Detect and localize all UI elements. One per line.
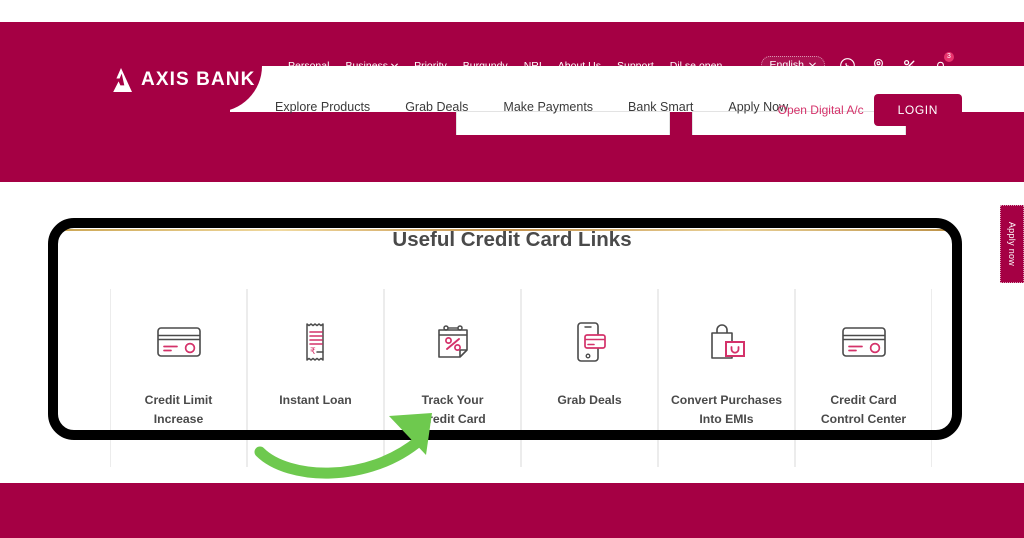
footer-maroon-band xyxy=(0,483,1024,538)
topnav-label: Dil se open xyxy=(669,60,723,72)
topnav-label: NRI xyxy=(523,60,542,72)
topnav-label: Personal xyxy=(288,60,330,72)
mainnav-item-explore-products[interactable]: Explore Products xyxy=(275,100,370,114)
topnav-item-burgundy[interactable]: Burgundy xyxy=(463,60,508,72)
topnav-label: Support xyxy=(616,60,654,72)
topnav-item-nri[interactable]: NRI xyxy=(524,60,542,72)
topnav-label: Business xyxy=(345,60,389,72)
notification-bell-icon[interactable]: 3 xyxy=(932,51,954,74)
tile-convert-purchases-into-emis[interactable]: Convert Purchases Into EMIs xyxy=(658,289,795,467)
topnav-item-support[interactable]: Support xyxy=(617,60,654,72)
axis-bank-logo-icon xyxy=(108,67,134,93)
annotation-arrow-icon xyxy=(248,404,468,482)
apply-now-side-tab[interactable]: Apply now xyxy=(1000,205,1024,283)
header-cta-group: Open Digital A/c LOGIN xyxy=(778,94,962,126)
notification-badge-count: 3 xyxy=(944,51,954,62)
receipt-rupee-icon: ₹ xyxy=(298,315,334,369)
topnav-label: About Us xyxy=(557,60,601,72)
tile-label: Credit Limit Increase xyxy=(137,391,221,429)
location-pin-icon[interactable] xyxy=(870,57,887,74)
tile-label-line1: Convert Purchases xyxy=(670,393,783,407)
tile-label-line2: Control Center xyxy=(820,411,907,426)
chevron-down-icon xyxy=(391,60,398,72)
chevron-down-icon xyxy=(809,59,816,71)
mobile-card-icon xyxy=(571,315,609,369)
page-title: Useful Credit Card Links xyxy=(392,228,632,251)
language-selector[interactable]: English xyxy=(760,56,825,74)
credit-card-icon xyxy=(841,315,887,369)
login-button[interactable]: LOGIN xyxy=(873,94,962,126)
mainnav-item-make-payments[interactable]: Make Payments xyxy=(503,100,593,114)
shopping-bag-icon xyxy=(704,315,750,369)
site-header: AXIS BANK Personal Business Priority Bur… xyxy=(0,22,1024,126)
brand-name: AXIS BANK xyxy=(141,69,256,90)
language-label: English xyxy=(769,59,804,71)
topnav-item-dil-se-open[interactable]: Dil se open xyxy=(670,60,723,72)
tile-label-line1: Credit Card xyxy=(830,393,897,407)
topnav-item-priority[interactable]: Priority xyxy=(414,60,447,72)
topnav-label: Burgundy xyxy=(462,60,508,72)
mainnav-item-grab-deals[interactable]: Grab Deals xyxy=(405,100,468,114)
svg-text:₹: ₹ xyxy=(310,346,316,356)
tile-label-line1: Grab Deals xyxy=(557,393,622,407)
tile-label-line2: Increase xyxy=(153,411,204,426)
tile-credit-limit-increase[interactable]: Credit Limit Increase xyxy=(110,289,247,467)
tile-label: Grab Deals xyxy=(549,391,629,410)
main-nav: Explore Products Grab Deals Make Payment… xyxy=(275,100,788,114)
percent-offers-icon[interactable] xyxy=(901,57,918,74)
useful-links-tile-row: Credit Limit Increase ₹ Instant Loan Tra… xyxy=(110,289,932,467)
tile-credit-card-control-center[interactable]: Credit Card Control Center xyxy=(795,289,932,467)
header-utility-icons: English 3 xyxy=(760,51,954,74)
axis-bank-logo[interactable]: AXIS BANK xyxy=(108,67,255,93)
topnav-item-about-us[interactable]: About Us xyxy=(558,60,601,72)
tile-label: Credit Card Control Center xyxy=(813,391,914,429)
mainnav-item-bank-smart[interactable]: Bank Smart xyxy=(628,100,693,114)
topnav-label: Priority xyxy=(414,60,447,72)
top-white-sliver xyxy=(0,0,1024,22)
topnav-item-business[interactable]: Business xyxy=(345,60,398,72)
tile-label-line1: Credit Limit xyxy=(144,393,213,407)
tile-label: Convert Purchases Into EMIs xyxy=(663,391,790,429)
calendar-percent-icon xyxy=(433,315,473,369)
apply-now-side-tab-label: Apply now xyxy=(1007,221,1018,267)
tile-grab-deals[interactable]: Grab Deals xyxy=(521,289,658,467)
open-digital-account-link[interactable]: Open Digital A/c xyxy=(778,103,864,117)
top-utility-nav: Personal Business Priority Burgundy NRI … xyxy=(288,60,722,72)
credit-card-icon xyxy=(156,315,202,369)
page-root: AXIS BANK Personal Business Priority Bur… xyxy=(0,0,1024,538)
tile-label-line2: Into EMIs xyxy=(699,411,754,426)
topnav-item-personal[interactable]: Personal xyxy=(288,60,329,72)
hero-card-partial-left[interactable] xyxy=(456,111,670,135)
whatsapp-icon[interactable] xyxy=(839,57,856,74)
